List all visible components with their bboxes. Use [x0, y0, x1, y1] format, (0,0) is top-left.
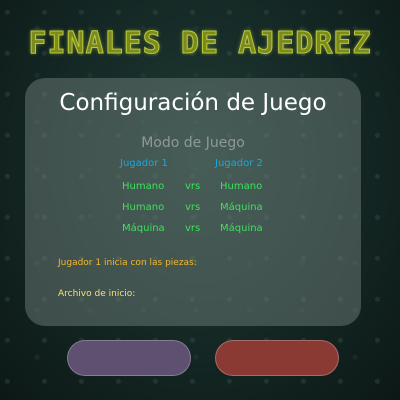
mode-vs: vrs: [185, 223, 201, 234]
panel-title: Configuración de Juego: [59, 90, 327, 116]
mode-right-player: Máquina: [220, 202, 263, 213]
start-file-label: Archivo de inicio:: [58, 289, 136, 299]
mode-option-machine-machine[interactable]: Máquina vrs Máquina: [25, 223, 361, 237]
mode-right-player: Máquina: [220, 223, 263, 234]
start-pieces-label: Jugador 1 inicia con las piezas:: [58, 258, 197, 268]
settings-panel: Configuración de Juego Modo de Juego Jug…: [25, 78, 361, 326]
player1-header: Jugador 1: [120, 158, 168, 169]
mode-left-player: Humano: [122, 202, 165, 213]
purple-button[interactable]: [67, 340, 191, 376]
red-button[interactable]: [215, 340, 339, 376]
mode-vs: vrs: [185, 202, 201, 213]
mode-vs: vrs: [185, 181, 201, 192]
mode-option-human-human[interactable]: Humano vrs Humano: [25, 181, 361, 195]
mode-option-human-machine[interactable]: Humano vrs Máquina: [25, 202, 361, 216]
mode-left-player: Humano: [122, 181, 165, 192]
mode-right-player: Humano: [220, 181, 263, 192]
mode-title: Modo de Juego: [141, 135, 245, 151]
mode-left-player: Máquina: [122, 223, 165, 234]
app-title: FINALES DE AJEDREZ: [28, 26, 372, 62]
player2-header: Jugador 2: [215, 158, 263, 169]
